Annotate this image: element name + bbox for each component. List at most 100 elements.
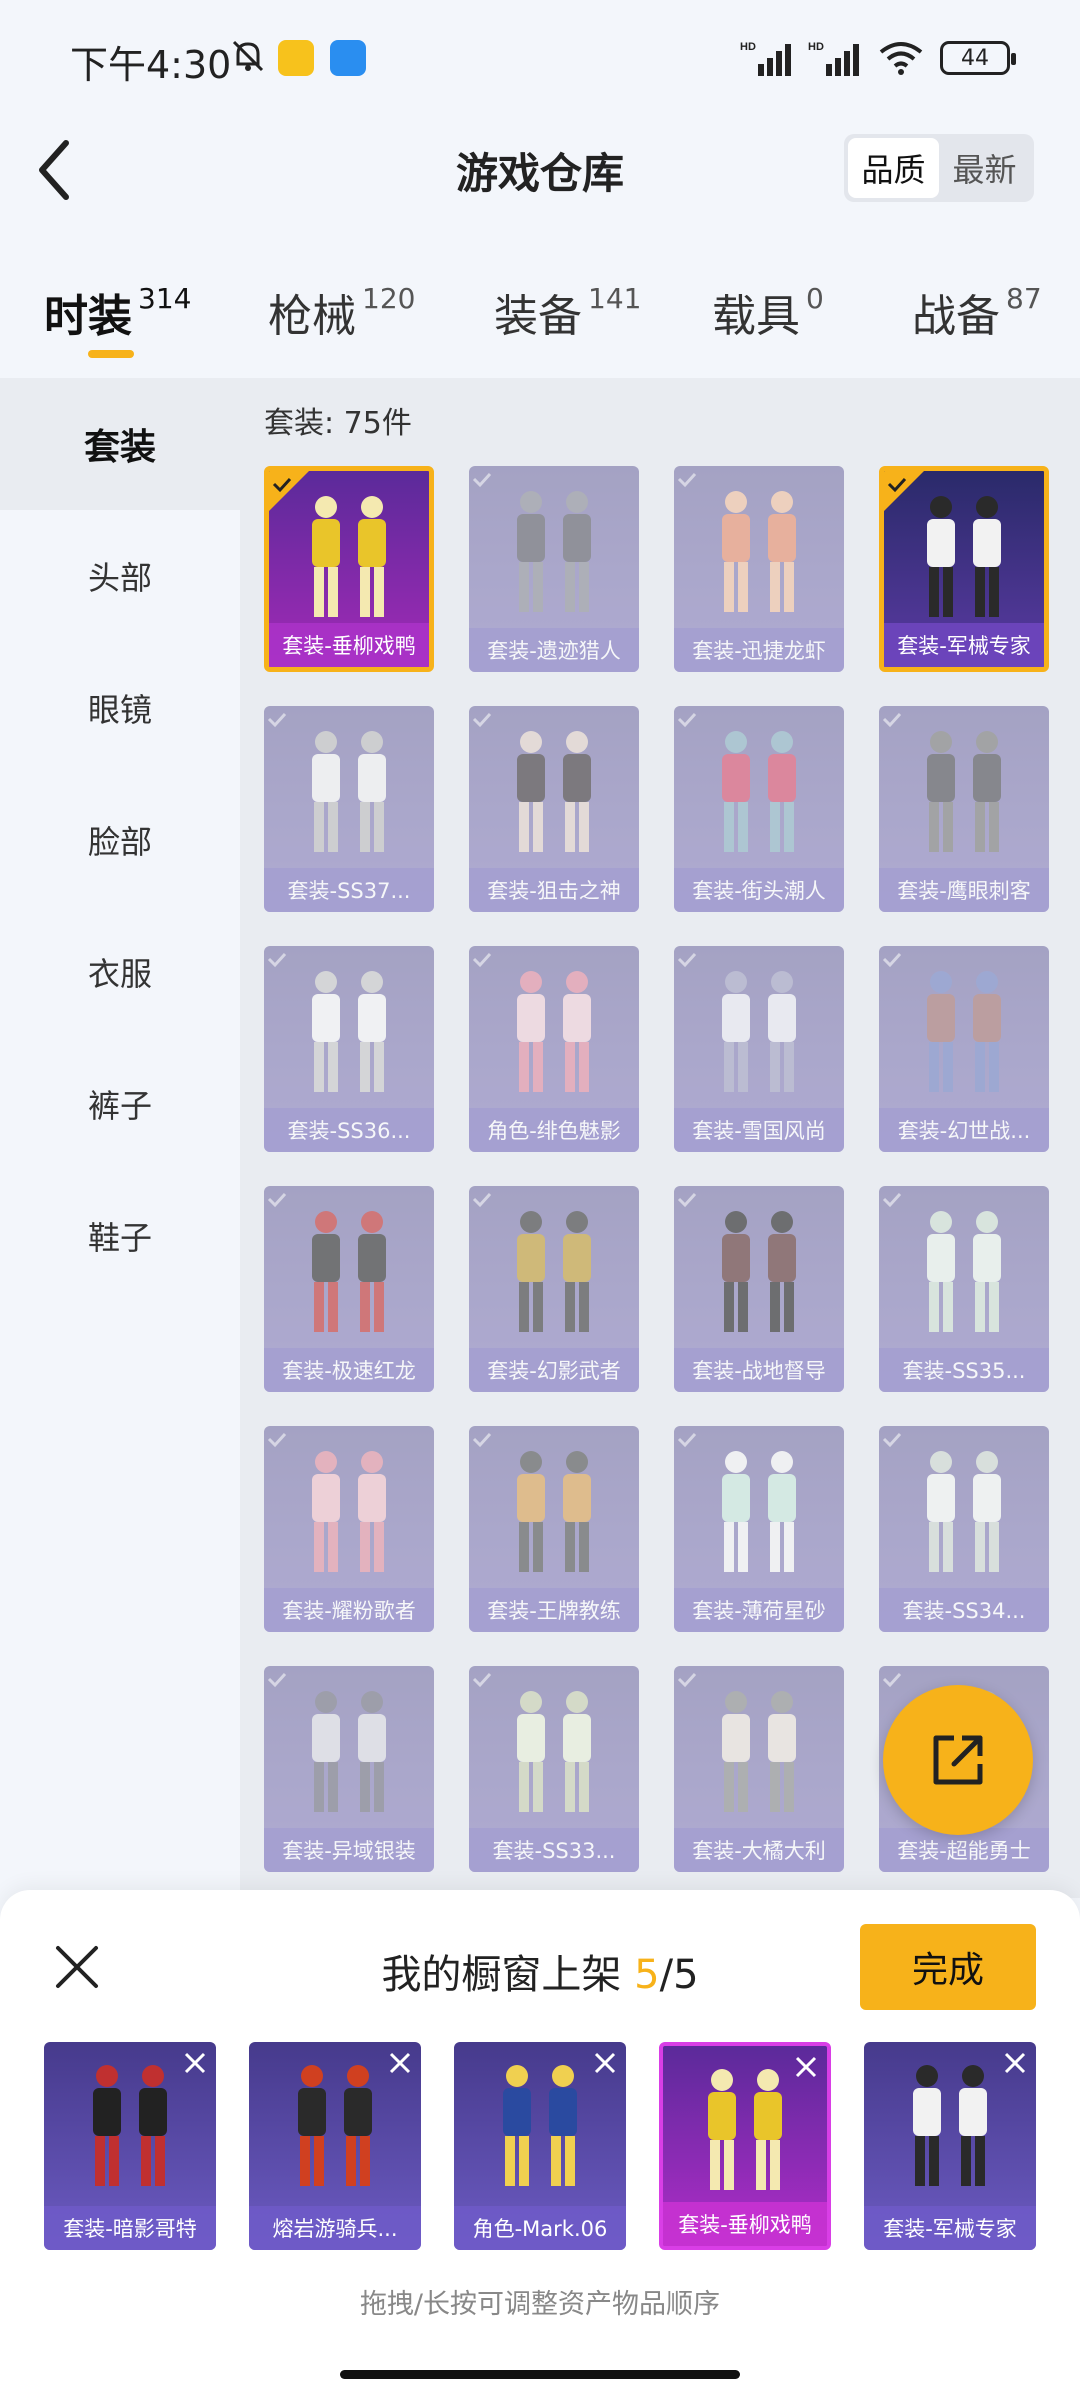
check-icon [267,712,287,728]
check-icon [677,1192,697,1208]
sidebar-item-face[interactable]: 脸部 [0,774,240,906]
sidebar-item-head[interactable]: 头部 [0,510,240,642]
showcase-item-label: 角色-Mark.06 [454,2206,626,2250]
outfit-card-label: 套装-SS36... [264,1108,434,1152]
outfit-card[interactable]: 套装-薄荷星砂 [674,1426,844,1632]
check-icon [472,472,492,488]
outfit-card-label: 套装-极速红龙 [264,1348,434,1392]
outfit-card[interactable]: 套装-大橘大利 [674,1666,844,1872]
outfit-card-label: 套装-幻影武者 [469,1348,639,1392]
check-icon [882,1192,902,1208]
showcase-item[interactable]: 熔岩游骑兵... [249,2042,421,2250]
tab-firearms[interactable]: 枪械 120 [268,280,415,344]
showcase-item-label: 套装-垂柳戏鸭 [663,2202,827,2246]
sidebar-item-outfit[interactable]: 套装 [0,378,240,510]
outfit-card-label: 套装-薄荷星砂 [674,1588,844,1632]
outfit-card[interactable]: 套装-狙击之神 [469,706,639,912]
outfit-thumbnail [298,2065,372,2186]
outfit-card[interactable]: 套装-SS36... [264,946,434,1152]
remove-icon[interactable] [387,2050,413,2076]
share-button[interactable] [883,1685,1033,1835]
outfit-card-label: 套装-大橘大利 [674,1828,844,1872]
sort-by-quality-button[interactable]: 品质 [848,138,939,198]
remove-icon[interactable] [1002,2050,1028,2076]
remove-icon[interactable] [592,2050,618,2076]
showcase-item[interactable]: 套装-暗影哥特 [44,2042,216,2250]
tab-supplies[interactable]: 战备 87 [912,280,1042,344]
outfit-card[interactable]: 套装-SS37... [264,706,434,912]
check-icon [267,952,287,968]
item-count: 套装: 75件 [264,406,412,441]
outfit-card-label: 套装-遗迹猎人 [469,628,639,672]
outfit-card[interactable]: 套装-鹰眼刺客 [879,706,1049,912]
check-icon [267,1672,287,1688]
sidebar-item-shoes[interactable]: 鞋子 [0,1170,240,1302]
outfit-card[interactable]: 套装-异域银装 [264,1666,434,1872]
outfit-card[interactable]: 套装-遗迹猎人 [469,466,639,672]
outfit-card[interactable]: 套装-SS33... [469,1666,639,1872]
signal-icon: HD [740,41,791,76]
sidebar-item-glasses[interactable]: 眼镜 [0,642,240,774]
outfit-card-label: 套装-SS34... [879,1588,1049,1632]
tab-label: 装备 [494,291,582,342]
outfit-card-label: 套装-狙击之神 [469,868,639,912]
svg-text:HD: HD [808,41,824,53]
outfit-card[interactable]: 套装-军械专家 [879,466,1049,672]
outfit-thumbnail [913,2065,987,2186]
outfit-card[interactable]: 角色-绯色魅影 [469,946,639,1152]
outfit-card[interactable]: 套装-战地督导 [674,1186,844,1392]
outfit-card-label: 套装-鹰眼刺客 [879,868,1049,912]
outfit-thumbnail [503,2065,577,2186]
outfit-card-label: 套装-王牌教练 [469,1588,639,1632]
outfit-card-label: 套装-雪国风尚 [674,1108,844,1152]
check-icon [677,1432,697,1448]
tab-vehicles[interactable]: 载具 0 [712,280,824,344]
outfit-card[interactable]: 套装-雪国风尚 [674,946,844,1152]
showcase-item[interactable]: 角色-Mark.06 [454,2042,626,2250]
showcase-total-count: /5 [659,1952,699,1998]
tab-label: 载具 [712,291,800,342]
check-icon [472,1432,492,1448]
check-icon [472,1672,492,1688]
tab-fashion[interactable]: 时装 314 [44,280,191,344]
tab-equipment[interactable]: 装备 141 [494,280,641,344]
sidebar-item-pants[interactable]: 裤子 [0,1038,240,1170]
tab-count: 87 [1006,282,1042,315]
showcase-item-label: 套装-军械专家 [864,2206,1036,2250]
item-grid: 套装: 75件 套装-垂柳戏鸭 套装-遗迹猎人 套装-迅捷龙虾 套装-军械专家 套装-S… [240,378,1080,1898]
outfit-card[interactable]: 套装-SS34... [879,1426,1049,1632]
subcategory-sidebar: 套装 头部 眼镜 脸部 衣服 裤子 鞋子 [0,378,240,1878]
status-time: 下午4:30 [70,43,232,87]
outfit-card[interactable]: 套装-幻世战... [879,946,1049,1152]
remove-icon[interactable] [182,2050,208,2076]
showcase-title-text: 我的橱窗上架 [381,1952,635,1998]
outfit-card[interactable]: 套装-极速红龙 [264,1186,434,1392]
check-icon [882,1432,902,1448]
outfit-card[interactable]: 套装-SS35... [879,1186,1049,1392]
wifi-icon [879,42,923,75]
tab-label: 战备 [912,291,1000,342]
outfit-card[interactable]: 套装-街头潮人 [674,706,844,912]
sort-by-latest-button[interactable]: 最新 [939,138,1030,198]
showcase-item[interactable]: 套装-垂柳戏鸭 [659,2042,831,2250]
home-indicator[interactable] [340,2370,740,2379]
svg-text:HD: HD [740,41,756,53]
outfit-thumbnail [708,2069,782,2190]
check-icon [882,712,902,728]
outfit-card[interactable]: 套装-王牌教练 [469,1426,639,1632]
outfit-card[interactable]: 套装-迅捷龙虾 [674,466,844,672]
remove-icon[interactable] [793,2054,819,2080]
outfit-card[interactable]: 套装-耀粉歌者 [264,1426,434,1632]
check-icon [677,712,697,728]
outfit-card-label: 套装-迅捷龙虾 [674,628,844,672]
done-button[interactable]: 完成 [860,1924,1036,2010]
tab-count: 0 [806,282,824,315]
outfit-card-label: 套装-垂柳戏鸭 [269,623,429,667]
check-icon [267,1192,287,1208]
outfit-card-label: 套装-幻世战... [879,1108,1049,1152]
outfit-card-label: 套装-耀粉歌者 [264,1588,434,1632]
sidebar-item-clothes[interactable]: 衣服 [0,906,240,1038]
outfit-card[interactable]: 套装-幻影武者 [469,1186,639,1392]
outfit-card[interactable]: 套装-垂柳戏鸭 [264,466,434,672]
showcase-item[interactable]: 套装-军械专家 [864,2042,1036,2250]
